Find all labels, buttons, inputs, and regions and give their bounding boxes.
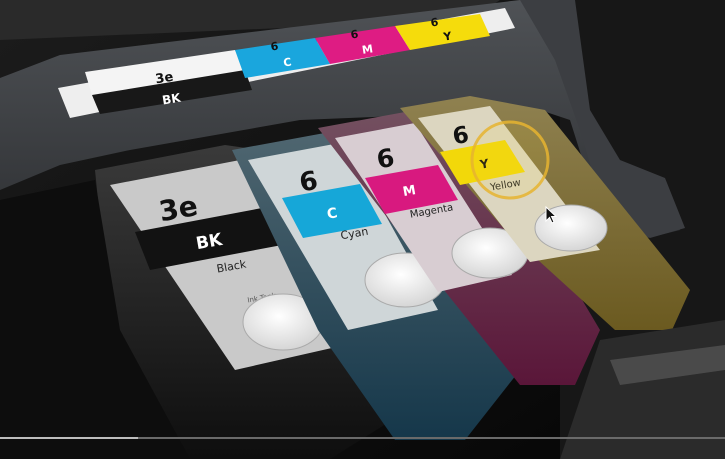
video-seek-bar[interactable] [0,437,725,439]
holder-m-label: M [361,42,374,57]
holder-bk-label: BK [161,91,182,108]
holder-bk-number: 3e [154,70,174,88]
black-cartridge-number: 3e [157,189,201,228]
magenta-cartridge-code: M [402,183,417,200]
highlight-ring [470,120,550,200]
mouse-cursor-icon [545,206,557,224]
video-seek-progress [0,437,138,439]
printer-ink-cartridges-photo: 3e BK 6 C 6 M 6 Y 3e BK Black Ink Tank 6… [0,0,725,459]
